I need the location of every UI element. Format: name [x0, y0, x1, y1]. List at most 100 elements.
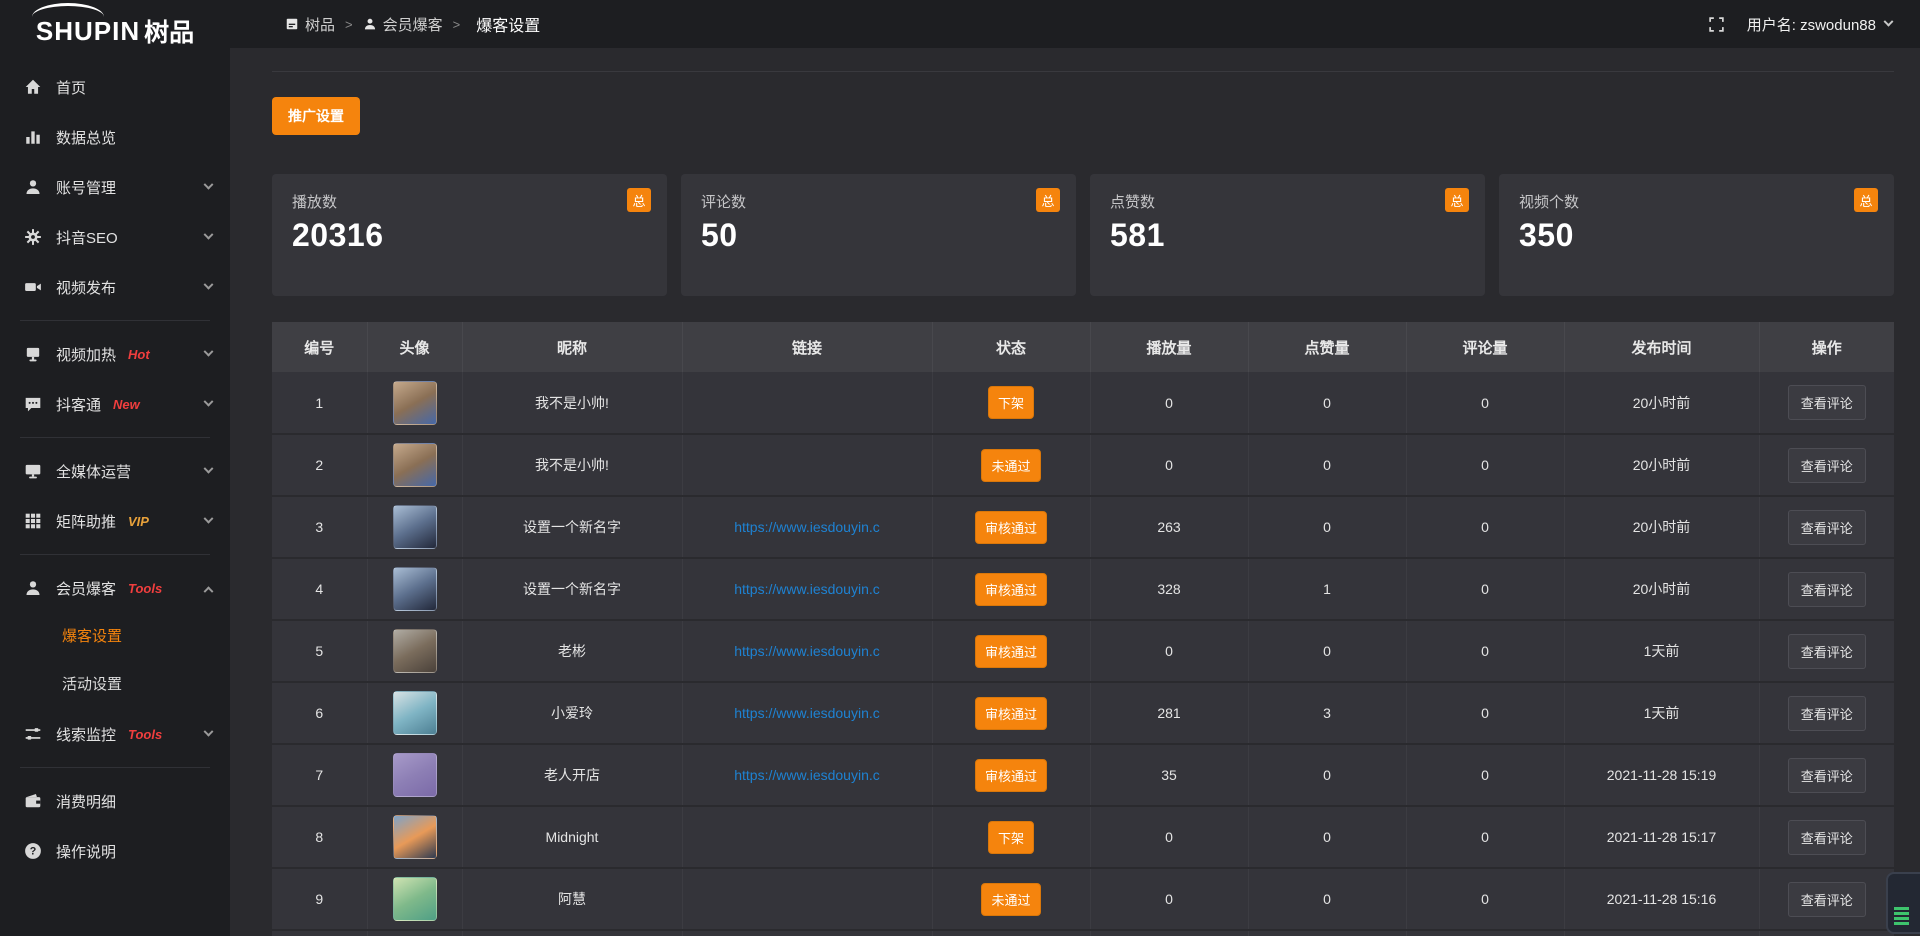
status-badge: 未通过 — [981, 449, 1040, 482]
cell-publish-time: 2021-11-28 15:17 — [1564, 806, 1759, 868]
sidebar-item-douyin-seo[interactable]: 抖音SEO — [0, 212, 230, 262]
promo-settings-button[interactable]: 推广设置 — [272, 97, 360, 135]
question-circle-icon: ? — [24, 842, 42, 860]
view-comments-button[interactable]: 查看评论 — [1788, 882, 1866, 917]
sidebar-item-consume-detail[interactable]: 消费明细 — [0, 776, 230, 826]
cell-comments: 0 — [1406, 806, 1564, 868]
cell-number: 2 — [272, 434, 367, 496]
cell-avatar — [367, 620, 462, 682]
user-icon — [24, 579, 42, 597]
cell-comments: 0 — [1406, 682, 1564, 744]
cell-link: https://www.iesdouyin.c — [682, 496, 932, 558]
sidebar-divider — [20, 437, 210, 438]
view-comments-button[interactable]: 查看评论 — [1788, 634, 1866, 669]
sidebar-subitem-baoke-settings[interactable]: 爆客设置 — [0, 613, 230, 661]
sidebar-item-badge: VIP — [128, 514, 149, 529]
cell-status: 下架 — [932, 372, 1090, 434]
cell-publish-time: 20小时前 — [1564, 496, 1759, 558]
view-comments-button[interactable]: 查看评论 — [1788, 820, 1866, 855]
cell-comments: 0 — [1406, 496, 1564, 558]
stat-cards: 播放数20316总评论数50总点赞数581总视频个数350总 — [272, 174, 1894, 296]
cell-likes: 0 — [1248, 372, 1406, 434]
view-comments-button[interactable]: 查看评论 — [1788, 758, 1866, 793]
sidebar-item-matrix-boost[interactable]: 矩阵助推VIP — [0, 496, 230, 546]
view-comments-button[interactable]: 查看评论 — [1788, 385, 1866, 420]
sidebar-item-clue-monitor[interactable]: 线索监控Tools — [0, 709, 230, 759]
fullscreen-icon[interactable] — [1708, 16, 1725, 33]
cell-plays: 263 — [1090, 496, 1248, 558]
sidebar-item-label: 视频加热 — [56, 344, 116, 365]
sidebar-item-label: 首页 — [56, 77, 86, 98]
sidebar-item-data-overview[interactable]: 数据总览 — [0, 112, 230, 162]
sidebar-item-badge: New — [113, 397, 140, 412]
stat-label: 评论数 — [701, 191, 1056, 212]
cell-plays: 0 — [1090, 620, 1248, 682]
screen-icon — [24, 345, 42, 363]
cell-avatar — [367, 682, 462, 744]
table-row: 5老彬https://www.iesdouyin.c审核通过0001天前查看评论 — [272, 620, 1894, 682]
comment-icon — [24, 395, 42, 413]
sidebar-item-account-manage[interactable]: 账号管理 — [0, 162, 230, 212]
cell-link: https://www.iesdouyin.c — [682, 558, 932, 620]
table-column-header: 评论量 — [1406, 322, 1564, 372]
topbar-right: 用户名: zswodun88 — [1708, 14, 1892, 35]
sidebar-item-label: 会员爆客 — [56, 578, 116, 599]
table-row: 1我不是小帅!下架00020小时前查看评论 — [272, 372, 1894, 434]
table-column-header: 头像 — [367, 322, 462, 372]
table-column-header: 点赞量 — [1248, 322, 1406, 372]
chevron-down-icon — [204, 279, 214, 289]
breadcrumb-item-2[interactable]: 会员爆客 — [363, 14, 443, 35]
table-column-header: 发布时间 — [1564, 322, 1759, 372]
breadcrumb-label: 会员爆客 — [383, 14, 443, 35]
cell-comments — [1406, 930, 1564, 936]
view-comments-button[interactable]: 查看评论 — [1788, 510, 1866, 545]
sidebar-item-video-publish[interactable]: 视频发布 — [0, 262, 230, 312]
view-comments-button[interactable]: 查看评论 — [1788, 448, 1866, 483]
user-menu[interactable]: 用户名: zswodun88 — [1747, 14, 1892, 35]
content-divider — [272, 71, 1894, 72]
cell-plays: 328 — [1090, 558, 1248, 620]
video-link[interactable]: https://www.iesdouyin.c — [683, 581, 932, 597]
video-link[interactable]: https://www.iesdouyin.c — [683, 705, 932, 721]
sidebar-item-member-baoke[interactable]: 会员爆客Tools — [0, 563, 230, 613]
video-link[interactable]: https://www.iesdouyin.c — [683, 767, 932, 783]
floating-widget[interactable] — [1886, 872, 1920, 934]
breadcrumb: 树品>会员爆客>爆客设置 — [285, 12, 540, 36]
cell-likes — [1248, 930, 1406, 936]
sidebar-item-douketong[interactable]: 抖客通New — [0, 379, 230, 429]
sidebar-item-label: 消费明细 — [56, 791, 116, 812]
cell-action: 查看评论 — [1759, 496, 1894, 558]
cell-avatar — [367, 868, 462, 930]
sidebar-item-operation-guide[interactable]: ?操作说明 — [0, 826, 230, 876]
cell-action: 查看评论 — [1759, 868, 1894, 930]
cell-likes: 1 — [1248, 558, 1406, 620]
sidebar-item-home[interactable]: 首页 — [0, 62, 230, 112]
video-link[interactable]: https://www.iesdouyin.c — [683, 643, 932, 659]
stat-card: 视频个数350总 — [1499, 174, 1894, 296]
videos-table-wrap: 编号头像昵称链接状态播放量点赞量评论量发布时间操作 1我不是小帅!下架00020… — [272, 322, 1894, 936]
dashboard-icon — [285, 17, 299, 31]
sidebar-item-video-heat[interactable]: 视频加热 Hot — [0, 329, 230, 379]
view-comments-button[interactable]: 查看评论 — [1788, 572, 1866, 607]
table-row: 8Midnight下架0002021-11-28 15:17查看评论 — [272, 806, 1894, 868]
video-link[interactable]: https://www.iesdouyin.c — [683, 519, 932, 535]
view-comments-button[interactable]: 查看评论 — [1788, 696, 1866, 731]
sidebar-item-badge: Hot — [128, 347, 150, 362]
cell-likes: 0 — [1248, 496, 1406, 558]
sidebar-subitem-activity-settings[interactable]: 活动设置 — [0, 661, 230, 709]
breadcrumb-label: 树品 — [305, 14, 335, 35]
cell-plays: 0 — [1090, 434, 1248, 496]
stat-card: 播放数20316总 — [272, 174, 667, 296]
status-badge: 审核通过 — [975, 511, 1047, 544]
cell-action — [1759, 930, 1894, 936]
cell-number: 4 — [272, 558, 367, 620]
breadcrumb-item-1[interactable]: 树品 — [285, 14, 335, 35]
stat-label: 播放数 — [292, 191, 647, 212]
floating-widget-bars — [1894, 907, 1909, 925]
sidebar-item-all-media[interactable]: 全媒体运营 — [0, 446, 230, 496]
cell-comments: 0 — [1406, 558, 1564, 620]
table-column-header: 链接 — [682, 322, 932, 372]
stat-total-badge: 总 — [1036, 188, 1060, 212]
app-logo: SHUPIN 树品 — [0, 0, 230, 56]
sidebar-item-label: 数据总览 — [56, 127, 116, 148]
